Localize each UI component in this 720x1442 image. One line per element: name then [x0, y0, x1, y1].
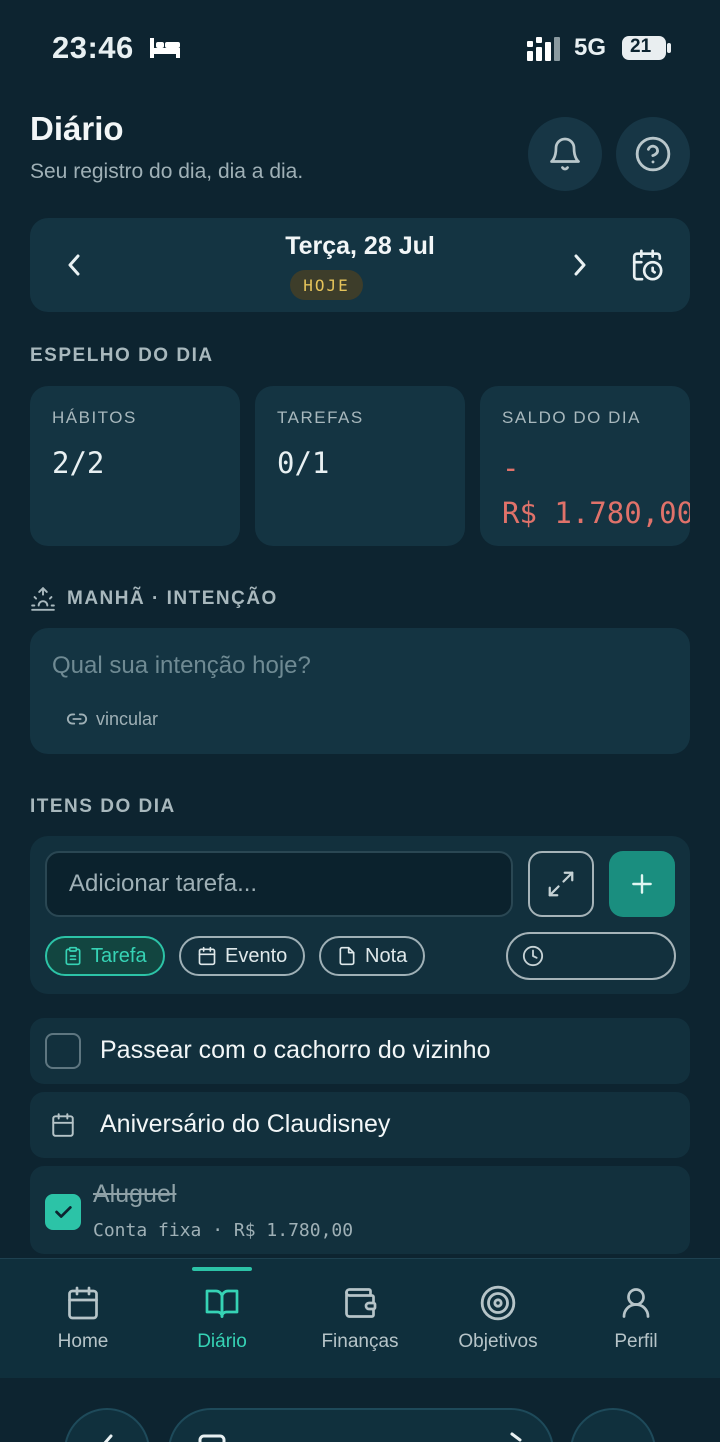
- balance-card[interactable]: SALDO DO DIA - R$ 1.780,00: [480, 386, 690, 546]
- add-task-input[interactable]: [45, 851, 513, 917]
- bell-icon: [550, 137, 580, 171]
- system-back-button[interactable]: [64, 1408, 150, 1442]
- nav-item-objetivos[interactable]: Objetivos: [429, 1259, 567, 1379]
- nav-active-indicator: [192, 1267, 252, 1271]
- task-checkbox[interactable]: [45, 1033, 81, 1069]
- nav-item-perfil[interactable]: Perfil: [567, 1259, 705, 1379]
- list-item[interactable]: Aluguel Conta fixa · R$ 1.780,00: [30, 1166, 690, 1254]
- chevron-right-icon: [574, 254, 586, 276]
- type-chip-event-label: Evento: [225, 944, 288, 967]
- nav-item-home[interactable]: Home: [14, 1259, 152, 1379]
- book-open-icon: [205, 1289, 239, 1318]
- list-item-meta: Conta fixa · R$ 1.780,00: [93, 1220, 354, 1241]
- calendar-clock-icon: [632, 249, 663, 281]
- next-day-button[interactable]: [570, 251, 590, 284]
- user-icon: [622, 1288, 650, 1318]
- link-icon: [66, 713, 88, 725]
- type-chip-event[interactable]: Evento: [179, 936, 306, 976]
- page-title: Diário: [30, 110, 124, 147]
- intention-input[interactable]: [52, 652, 652, 680]
- type-chip-task[interactable]: Tarefa: [45, 936, 165, 976]
- list-item-title: Passear com o cachorro do vizinho: [100, 1036, 491, 1064]
- link-button[interactable]: vincular: [66, 708, 158, 730]
- page-subtitle: Seu registro do dia, dia a dia.: [30, 160, 304, 183]
- bottom-nav: Home Diário Finanças Objetivos Perfil: [0, 1258, 720, 1378]
- nav-label: Home: [57, 1331, 109, 1352]
- morning-section-label: MANHÃ · INTENÇÃO: [67, 588, 278, 609]
- calendar-icon: [198, 946, 216, 966]
- task-checkbox-checked[interactable]: [45, 1194, 81, 1230]
- balance-label: SALDO DO DIA: [502, 408, 641, 427]
- balance-sign: -: [502, 451, 520, 485]
- list-item[interactable]: Aniversário do Claudisney: [30, 1092, 690, 1158]
- item-composer: Tarefa Evento Nota: [30, 836, 690, 994]
- type-chip-note[interactable]: Nota: [319, 936, 426, 976]
- today-badge: HOJE: [290, 270, 363, 300]
- items-section-label: ITENS DO DIA: [30, 796, 176, 817]
- clipboard-icon: [65, 946, 81, 966]
- tasks-card[interactable]: TAREFAS 0/1: [255, 386, 465, 546]
- list-item[interactable]: Passear com o cachorro do vizinho: [30, 1018, 690, 1084]
- type-chip-note-label: Nota: [365, 944, 408, 967]
- balance-value: - R$ 1.780,00: [502, 446, 690, 536]
- intention-card: vincular: [30, 628, 690, 754]
- forward-arrow-icon: [510, 1432, 522, 1442]
- tasks-label: TAREFAS: [277, 408, 364, 427]
- tabs-icon: [198, 1434, 226, 1442]
- nav-item-diario[interactable]: Diário: [153, 1259, 291, 1379]
- signal-icon: [527, 37, 563, 66]
- wallet-icon: [345, 1288, 377, 1318]
- system-menu-button[interactable]: [570, 1408, 656, 1442]
- list-item-title: Aniversário do Claudisney: [100, 1110, 391, 1138]
- calendar-icon: [50, 1112, 76, 1143]
- nav-item-financas[interactable]: Finanças: [291, 1259, 429, 1379]
- list-item-title: Aluguel: [93, 1180, 177, 1208]
- bed-icon: [148, 34, 182, 65]
- time-picker[interactable]: [506, 932, 676, 980]
- add-item-button[interactable]: [609, 851, 675, 917]
- calendar-button[interactable]: [630, 248, 664, 287]
- nav-label: Objetivos: [458, 1331, 538, 1352]
- nav-label: Finanças: [321, 1331, 399, 1352]
- habits-label: HÁBITOS: [52, 408, 137, 427]
- help-icon: [635, 136, 671, 172]
- status-time: 23:46: [52, 30, 134, 65]
- habits-value: 2/2: [52, 446, 105, 480]
- balance-amount: R$ 1.780,00: [502, 496, 690, 530]
- tasks-value: 0/1: [277, 446, 330, 480]
- battery-icon: 21: [621, 35, 671, 61]
- type-chip-task-label: Tarefa: [91, 944, 147, 967]
- system-navigation-bar: [0, 1378, 720, 1442]
- sunrise-icon: [30, 586, 56, 617]
- check-icon: [55, 1206, 72, 1218]
- clock-icon: [522, 945, 544, 967]
- expand-button[interactable]: [528, 851, 594, 917]
- date-navigator: Terça, 28 Jul HOJE: [30, 218, 690, 312]
- system-address-bar[interactable]: [168, 1408, 554, 1442]
- file-icon: [339, 946, 355, 966]
- mirror-section-label: ESPELHO DO DIA: [30, 345, 214, 366]
- current-date: Terça, 28 Jul: [285, 232, 435, 260]
- plus-icon: [632, 874, 652, 894]
- nav-label: Perfil: [614, 1331, 658, 1352]
- target-icon: [480, 1285, 516, 1321]
- battery-level: 21: [630, 36, 652, 57]
- expand-icon: [548, 871, 574, 897]
- link-label: vincular: [96, 708, 159, 729]
- habits-card[interactable]: HÁBITOS 2/2: [30, 386, 240, 546]
- network-type: 5G: [574, 34, 607, 61]
- notifications-button[interactable]: [528, 117, 602, 191]
- help-button[interactable]: [616, 117, 690, 191]
- status-bar: 23:46 5G 21: [0, 0, 720, 96]
- back-arrow-icon: [103, 1434, 113, 1442]
- nav-label: Diário: [197, 1331, 247, 1352]
- calendar-icon: [68, 1286, 98, 1320]
